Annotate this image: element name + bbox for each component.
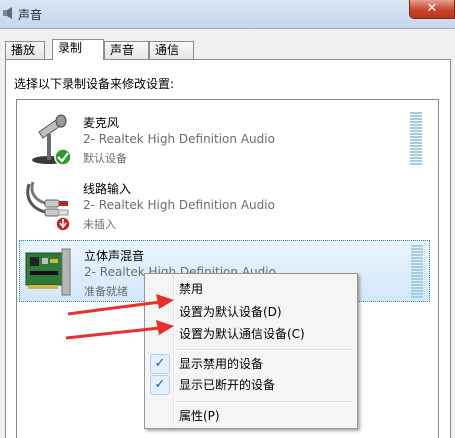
menu-item-label: 设置为默认通信设备(C) [179, 327, 305, 341]
window-titlebar: 声音 ✕ [0, 0, 455, 28]
menu-item-label: 显示禁用的设备 [179, 357, 264, 371]
menu-item-set-default-device[interactable]: 设置为默认设备(D) [147, 301, 355, 323]
menu-separator [176, 401, 353, 403]
menu-item-label: 属性(P) [179, 409, 220, 423]
device-driver: 2- Realtek High Definition Audio [83, 132, 275, 146]
speaker-icon [3, 7, 12, 19]
tab-sounds[interactable]: 声音 [104, 41, 149, 59]
device-item-microphone[interactable]: 麦克风 2- Realtek High Definition Audio 默认设… [19, 108, 430, 170]
sound-card-icon [25, 248, 71, 296]
menu-item-label: 设置为默认设备(D) [179, 305, 282, 319]
level-meter [411, 245, 423, 299]
instruction-text: 选择以下录制设备来修改设置: [14, 77, 175, 91]
menu-item-disable[interactable]: 禁用 [147, 278, 355, 300]
menu-item-show-disconnected-devices[interactable]: ✓ 显示已断开的设备 [147, 374, 355, 396]
default-check-badge [54, 148, 72, 166]
tab-communications[interactable]: 通信 [149, 41, 194, 59]
level-meter [410, 112, 422, 166]
close-button[interactable]: ✕ [409, 0, 455, 19]
tab-playback[interactable]: 播放 [5, 41, 45, 59]
device-name: 麦克风 [83, 116, 120, 130]
device-status: 默认设备 [83, 152, 127, 165]
menu-item-label: 显示已断开的设备 [179, 378, 276, 392]
device-status: 未插入 [83, 218, 116, 231]
device-driver: 2- Realtek High Definition Audio [83, 198, 275, 212]
close-icon: ✕ [426, 1, 438, 16]
device-name: 线路输入 [83, 182, 132, 196]
tab-recording[interactable]: 录制 [52, 39, 104, 60]
device-name: 立体声混音 [84, 249, 145, 263]
annotation-arrow-icon [65, 294, 174, 340]
line-in-cable-icon [26, 181, 71, 232]
checkmark-icon: ✓ [150, 354, 170, 374]
menu-item-set-default-comm-device[interactable]: 设置为默认通信设备(C) [147, 323, 355, 345]
menu-separator [176, 349, 353, 351]
microphone-icon [32, 114, 72, 166]
menu-item-properties[interactable]: 属性(P) [147, 405, 355, 427]
menu-item-show-disabled-devices[interactable]: ✓ 显示禁用的设备 [147, 353, 355, 375]
checkmark-icon: ✓ [150, 375, 170, 395]
menu-item-label: 禁用 [179, 282, 204, 296]
window-title: 声音 [18, 8, 43, 22]
device-item-line-in[interactable]: 线路输入 2- Realtek High Definition Audio 未插… [19, 174, 430, 236]
